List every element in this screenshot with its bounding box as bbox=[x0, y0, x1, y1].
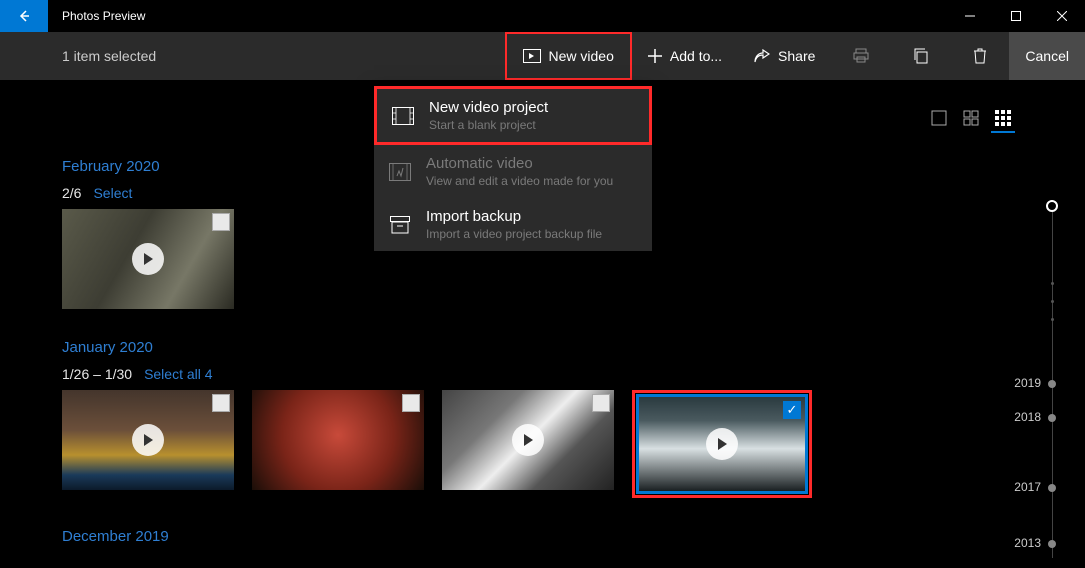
copy-button[interactable] bbox=[891, 32, 951, 80]
copy-icon bbox=[913, 48, 929, 64]
print-icon bbox=[853, 48, 869, 64]
add-to-label: Add to... bbox=[670, 48, 722, 64]
timeline-marker[interactable] bbox=[1048, 414, 1056, 422]
cancel-button[interactable]: Cancel bbox=[1009, 32, 1085, 80]
play-icon bbox=[132, 424, 164, 456]
thumbnail-checkbox-checked[interactable]: ✓ bbox=[783, 401, 801, 419]
timeline-tick bbox=[1051, 282, 1054, 285]
maximize-button[interactable] bbox=[993, 0, 1039, 32]
print-button[interactable] bbox=[831, 32, 891, 80]
thumbnail-item[interactable] bbox=[442, 390, 614, 490]
play-icon bbox=[132, 243, 164, 275]
share-label: Share bbox=[778, 48, 815, 64]
menu-item-new-video-project[interactable]: New video project Start a blank project bbox=[374, 86, 652, 145]
month-heading-jan[interactable]: January 2020 bbox=[62, 339, 1085, 356]
timeline-marker[interactable] bbox=[1048, 540, 1056, 548]
new-video-dropdown: New video project Start a blank project … bbox=[374, 86, 652, 251]
play-icon bbox=[706, 428, 738, 460]
new-video-label: New video bbox=[549, 48, 614, 64]
video-icon bbox=[523, 49, 541, 63]
timeline-year[interactable]: 2017 bbox=[1014, 480, 1041, 494]
timeline-marker[interactable] bbox=[1048, 484, 1056, 492]
menu-item-title: New video project bbox=[429, 99, 548, 116]
share-button[interactable]: Share bbox=[738, 32, 831, 80]
thumbnail-item[interactable] bbox=[62, 209, 234, 309]
timeline-year[interactable]: 2013 bbox=[1014, 536, 1041, 550]
window-title: Photos Preview bbox=[48, 9, 947, 23]
add-to-button[interactable]: Add to... bbox=[632, 32, 738, 80]
selection-count: 1 item selected bbox=[0, 48, 505, 64]
back-button[interactable] bbox=[0, 0, 48, 32]
menu-item-title: Automatic video bbox=[426, 155, 613, 172]
thumbnail-checkbox[interactable] bbox=[212, 213, 230, 231]
archive-icon bbox=[388, 213, 412, 237]
menu-item-subtitle: View and edit a video made for you bbox=[426, 174, 613, 188]
trash-icon bbox=[973, 48, 987, 64]
cancel-label: Cancel bbox=[1025, 48, 1069, 64]
thumbnail-item[interactable] bbox=[252, 390, 424, 490]
thumbnail-item[interactable]: ✓ bbox=[636, 394, 808, 494]
thumbnail-item[interactable] bbox=[62, 390, 234, 490]
timeline-tick bbox=[1051, 300, 1054, 303]
highlighted-thumbnail: ✓ bbox=[632, 390, 812, 498]
menu-item-title: Import backup bbox=[426, 208, 602, 225]
minimize-button[interactable] bbox=[947, 0, 993, 32]
timeline-marker[interactable] bbox=[1048, 380, 1056, 388]
menu-item-import-backup[interactable]: Import backup Import a video project bac… bbox=[374, 198, 652, 251]
back-arrow-icon bbox=[16, 8, 32, 24]
menu-item-subtitle: Start a blank project bbox=[429, 118, 548, 132]
timeline-handle[interactable] bbox=[1046, 200, 1058, 212]
new-video-button[interactable]: New video bbox=[505, 32, 632, 80]
plus-icon bbox=[648, 49, 662, 63]
date-range-jan: 1/26 – 1/30 bbox=[62, 366, 132, 382]
timeline-tick bbox=[1051, 318, 1054, 321]
date-range-feb: 2/6 bbox=[62, 185, 81, 201]
menu-item-subtitle: Import a video project backup file bbox=[426, 227, 602, 241]
timeline-year[interactable]: 2019 bbox=[1014, 376, 1041, 390]
share-icon bbox=[754, 49, 770, 63]
window-controls bbox=[947, 0, 1085, 32]
film-icon bbox=[391, 104, 415, 128]
delete-button[interactable] bbox=[951, 32, 1009, 80]
title-bar: Photos Preview bbox=[0, 0, 1085, 32]
timeline-year[interactable]: 2018 bbox=[1014, 410, 1041, 424]
select-link-jan[interactable]: Select all 4 bbox=[144, 366, 212, 382]
select-link-feb[interactable]: Select bbox=[93, 185, 132, 201]
film-auto-icon bbox=[388, 160, 412, 184]
menu-item-automatic-video[interactable]: Automatic video View and edit a video ma… bbox=[374, 145, 652, 198]
thumbnail-checkbox[interactable] bbox=[212, 394, 230, 412]
timeline-scrubber[interactable]: 2019 2018 2017 2013 bbox=[1013, 200, 1063, 558]
month-heading-dec[interactable]: December 2019 bbox=[62, 528, 1085, 545]
thumbnail-checkbox[interactable] bbox=[592, 394, 610, 412]
toolbar: 1 item selected New video Add to... Shar… bbox=[0, 32, 1085, 80]
thumbnail-checkbox[interactable] bbox=[402, 394, 420, 412]
play-icon bbox=[512, 424, 544, 456]
close-button[interactable] bbox=[1039, 0, 1085, 32]
